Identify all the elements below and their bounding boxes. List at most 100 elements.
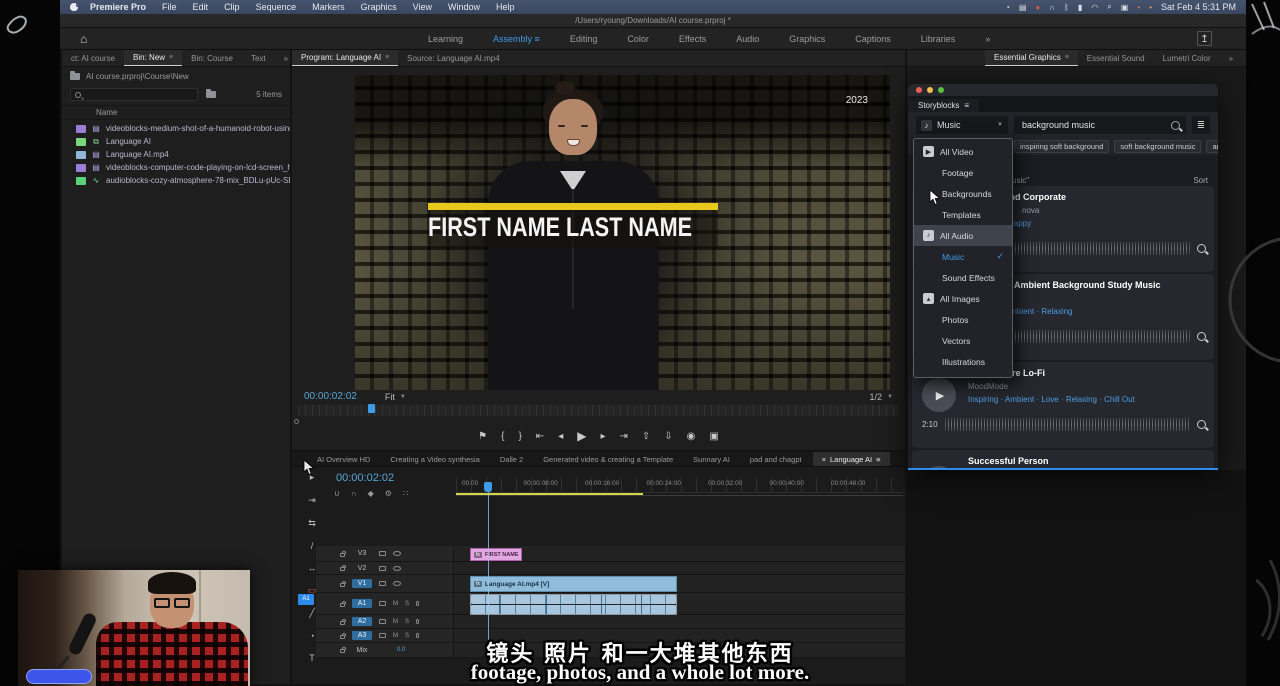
mute-button[interactable]: M xyxy=(393,633,398,639)
audio-clip-pair[interactable] xyxy=(470,594,677,615)
panel-menu-icon[interactable]: ≡ xyxy=(385,54,389,61)
menu-markers[interactable]: Markers xyxy=(304,2,353,12)
snap-icon[interactable]: ∪ xyxy=(334,489,340,498)
play-icon[interactable]: ▶ xyxy=(577,429,586,443)
mark-in-icon[interactable]: { xyxy=(501,431,504,442)
track-label-v1[interactable]: V1 xyxy=(352,579,372,588)
name-column-header[interactable]: Name xyxy=(62,105,290,120)
menu-item-vectors[interactable]: Vectors xyxy=(914,330,1012,351)
label-color-chip[interactable] xyxy=(76,177,86,185)
project-tab-bin-course[interactable]: Bin: Course xyxy=(182,50,242,66)
sync-lock-icon[interactable] xyxy=(379,581,386,586)
lock-icon[interactable] xyxy=(340,603,345,607)
shortcut-icon[interactable]: ◔ xyxy=(1005,3,1010,12)
lock-icon[interactable] xyxy=(340,567,345,571)
marker-icon[interactable]: ◆ xyxy=(368,489,374,498)
project-file-row[interactable]: ▤videoblocks-computer-code-playing-on-lc… xyxy=(62,161,290,174)
program-playhead[interactable] xyxy=(368,404,375,413)
program-timecode[interactable]: 00:00:02:02 xyxy=(304,391,357,402)
graphic-clip-first-name[interactable]: fx FIRST NAME xyxy=(470,548,522,561)
mix-value[interactable]: 0.0 xyxy=(397,647,405,653)
battery-icon[interactable]: ▮ xyxy=(1078,3,1082,12)
sequence-tab-pad-and-chagpt[interactable]: pad and chagpt xyxy=(741,452,811,466)
menu-sequence[interactable]: Sequence xyxy=(248,2,305,12)
workspace-tab-effects[interactable]: Effects xyxy=(679,34,706,44)
menu-view[interactable]: View xyxy=(405,2,440,12)
menu-item-all-images[interactable]: ▴All Images xyxy=(914,288,1012,309)
menubar-clock[interactable]: Sat Feb 4 5:31 PM xyxy=(1161,2,1236,12)
right-tab-lumetri-color[interactable]: Lumetri Color xyxy=(1154,50,1220,66)
storyblocks-search-input[interactable] xyxy=(1020,119,1166,131)
workspace-tab-libraries[interactable]: Libraries xyxy=(921,34,956,44)
video-clip-language-ai[interactable]: fx Language AI.mp4 [V] xyxy=(470,576,677,592)
tab-program[interactable]: Program: Language AI ≡ xyxy=(292,50,398,66)
pen-tool[interactable]: ╱ xyxy=(309,608,314,619)
menu-clip[interactable]: Clip xyxy=(216,2,248,12)
solo-button[interactable]: S xyxy=(405,619,409,625)
headphones-icon[interactable]: ∩ xyxy=(1049,3,1055,12)
menu-premiere-pro[interactable]: Premiere Pro xyxy=(82,2,154,12)
nest-icon[interactable]: ∷ xyxy=(403,489,408,498)
new-bin-icon[interactable] xyxy=(206,91,216,98)
find-similar-icon[interactable] xyxy=(1197,332,1206,341)
project-tab-text[interactable]: Text xyxy=(242,50,275,66)
step-forward-icon[interactable]: ▸ xyxy=(600,431,605,442)
extract-icon[interactable]: ⇩ xyxy=(664,431,672,442)
track-visibility-icon[interactable] xyxy=(393,566,401,571)
timeline-ruler[interactable]: 00:0000:00:08:0000:00:16:0000:00:24:0000… xyxy=(456,478,905,493)
control-center-icon[interactable]: ▣ xyxy=(1121,3,1129,12)
panel-menu-icon[interactable]: ≡ xyxy=(964,101,969,110)
project-tab-bin-new[interactable]: Bin: New≡ xyxy=(124,50,182,66)
label-color-chip[interactable] xyxy=(76,164,86,172)
hand-tool[interactable]: ◔ xyxy=(309,631,314,641)
suggestion-chip[interactable]: soft background music xyxy=(1114,140,1201,153)
find-similar-icon[interactable] xyxy=(1197,244,1206,253)
menu-item-all-video[interactable]: ▶All Video xyxy=(914,141,1012,162)
siri-icon[interactable]: ● xyxy=(1035,3,1040,12)
lock-icon[interactable] xyxy=(340,635,345,639)
project-file-row[interactable]: ⧉Language AI xyxy=(62,135,290,148)
track-visibility-icon[interactable] xyxy=(393,581,401,586)
panel-menu-icon[interactable]: ≡ xyxy=(876,455,880,464)
workspace-tab-captions[interactable]: Captions xyxy=(855,34,891,44)
label-color-chip[interactable] xyxy=(76,125,86,133)
filter-button[interactable]: ≣ xyxy=(1192,116,1210,134)
lift-icon[interactable]: ⇧ xyxy=(642,431,650,442)
project-file-row[interactable]: ∿audioblocks-cozy-atmosphere-78-mix_BDLu… xyxy=(62,174,290,187)
mark-out-icon[interactable]: } xyxy=(518,431,521,442)
ripple-edit-tool[interactable]: ⇆ xyxy=(308,518,316,529)
lock-icon[interactable] xyxy=(340,621,345,625)
menu-item-illustrations[interactable]: Illustrations xyxy=(914,351,1012,372)
track-tags[interactable]: Inspiring · Ambient · Love · Relaxing · … xyxy=(968,395,1206,404)
share-export-icon[interactable]: ↥ xyxy=(1197,31,1212,46)
lock-icon[interactable] xyxy=(340,553,345,557)
track-visibility-icon[interactable] xyxy=(393,551,401,556)
mute-button[interactable]: M xyxy=(393,619,398,625)
sequence-tab-ai-overview-hd[interactable]: AI Overview HD xyxy=(308,452,379,466)
sync-lock-icon[interactable] xyxy=(379,633,386,638)
menu-item-all-audio[interactable]: ♪All Audio xyxy=(914,225,1012,246)
label-color-chip[interactable] xyxy=(76,151,86,159)
project-file-row[interactable]: ▤videoblocks-medium-shot-of-a-humanoid-r… xyxy=(62,122,290,135)
menu-item-templates[interactable]: Templates xyxy=(914,204,1012,225)
panel-menu-icon[interactable]: ≡ xyxy=(169,54,173,61)
search-icon[interactable] xyxy=(1171,121,1180,130)
menu-item-sound-effects[interactable]: Sound Effects xyxy=(914,267,1012,288)
project-tab-ct-ai-course[interactable]: ct: AI course xyxy=(62,50,124,66)
voiceover-record-icon[interactable] xyxy=(416,633,419,638)
zoom-window-button[interactable] xyxy=(938,87,944,93)
audio-clip-lane-1[interactable] xyxy=(471,595,676,604)
solo-button[interactable]: S xyxy=(405,601,409,607)
linked-selection-icon[interactable]: ∩ xyxy=(351,489,357,498)
sync-lock-icon[interactable] xyxy=(379,551,386,556)
label-color-chip[interactable] xyxy=(76,138,86,146)
workspace-tab-learning[interactable]: Learning xyxy=(428,34,463,44)
home-icon[interactable]: ⌂ xyxy=(80,32,87,46)
menu-file[interactable]: File xyxy=(154,2,185,12)
zoom-level-dropdown[interactable]: Fit▼ xyxy=(385,392,406,402)
voiceover-record-icon[interactable] xyxy=(416,601,419,606)
audio-clip-lane-2[interactable] xyxy=(471,605,676,614)
lock-icon[interactable] xyxy=(340,583,345,587)
close-icon[interactable]: × xyxy=(822,455,826,464)
add-marker-icon[interactable]: ⚑ xyxy=(478,431,487,442)
